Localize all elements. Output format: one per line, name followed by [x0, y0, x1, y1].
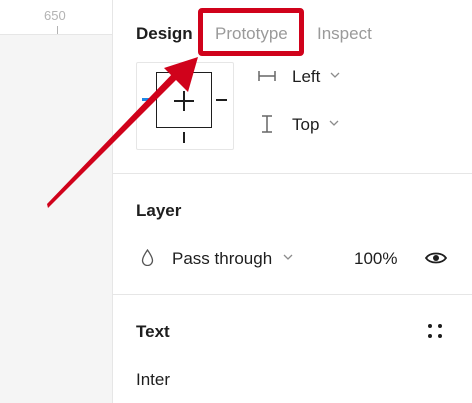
annotation-arrow-icon [47, 57, 198, 208]
